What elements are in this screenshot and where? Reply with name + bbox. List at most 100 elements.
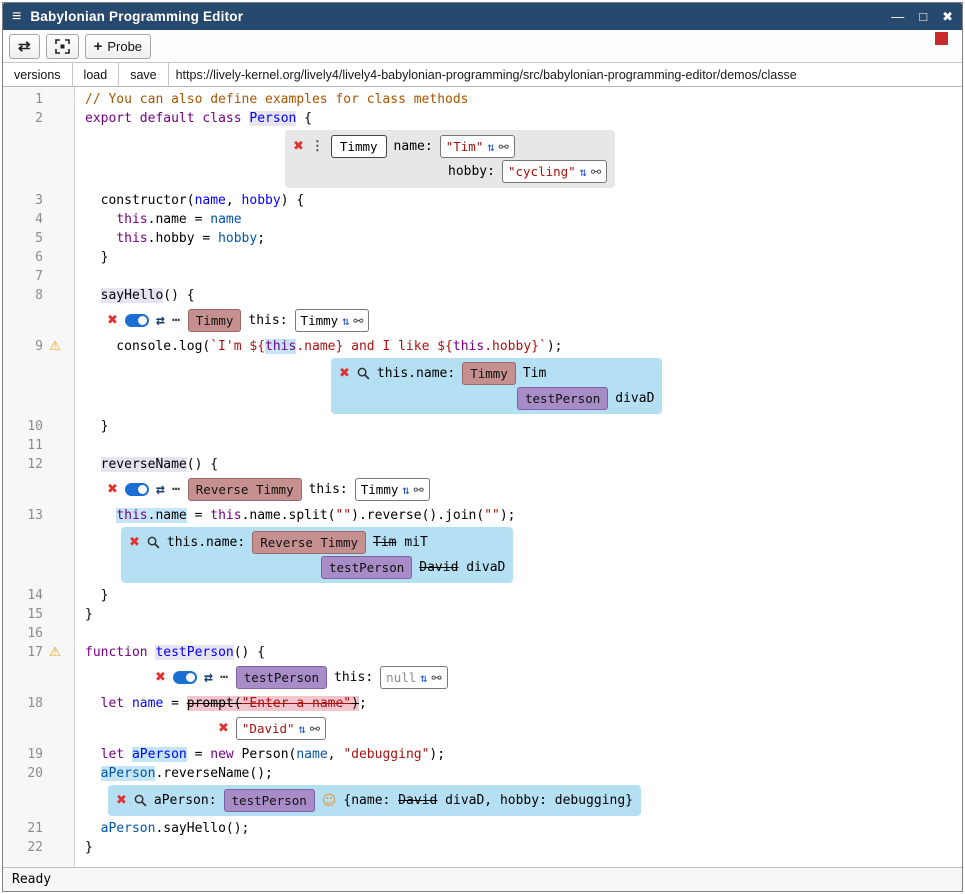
code-token[interactable]: aPerson: [132, 747, 187, 762]
link-icon[interactable]: ⚯: [591, 166, 601, 178]
example-badge[interactable]: Timmy: [462, 362, 516, 385]
toggle-switch[interactable]: [125, 483, 149, 496]
stepper-icon[interactable]: ⇅: [487, 141, 494, 153]
more-options-icon[interactable]: ⋯: [172, 314, 181, 327]
toggle-switch[interactable]: [125, 314, 149, 327]
close-icon[interactable]: ✖: [107, 314, 118, 327]
close-icon[interactable]: ✖: [155, 671, 166, 684]
code-token[interactable]: sayHello: [101, 288, 164, 303]
code-line[interactable]: 15}: [3, 605, 962, 624]
link-icon[interactable]: ⚯: [499, 141, 509, 153]
close-button[interactable]: ✖: [942, 9, 953, 25]
code-token[interactable]: ): [351, 696, 359, 711]
code-line[interactable]: 9⚠ console.log(`I'm ${this.name} and I l…: [3, 337, 962, 356]
code-token: // You can also define examples for clas…: [85, 92, 469, 107]
close-icon[interactable]: ✖: [218, 722, 229, 735]
code-line[interactable]: 19 let aPerson = new Person(name, "debug…: [3, 745, 962, 764]
swap-icon[interactable]: ⇄: [204, 670, 213, 685]
close-icon[interactable]: ✖: [293, 140, 304, 153]
value-input[interactable]: "Tim"⇅⚯: [440, 135, 515, 158]
code-line[interactable]: 7: [3, 267, 962, 286]
close-icon[interactable]: ✖: [129, 536, 140, 549]
stepper-icon[interactable]: ⇅: [420, 672, 427, 684]
code-line[interactable]: 16: [3, 624, 962, 643]
code-token[interactable]: this: [265, 339, 296, 354]
code-line[interactable]: 22}: [3, 838, 962, 857]
example-badge[interactable]: testPerson: [236, 666, 327, 689]
versions-button[interactable]: versions: [3, 63, 73, 86]
warning-icon[interactable]: ⚠: [43, 337, 67, 356]
code-token[interactable]: aPerson: [101, 766, 156, 781]
url-input[interactable]: https://lively-kernel.org/lively4/lively…: [169, 63, 962, 86]
code-line[interactable]: 21 aPerson.sayHello();: [3, 819, 962, 838]
close-icon[interactable]: ✖: [107, 483, 118, 496]
swap-views-button[interactable]: ⇄: [9, 34, 40, 59]
example-badge[interactable]: testPerson: [224, 789, 315, 812]
minimize-button[interactable]: —: [891, 9, 904, 24]
example-badge[interactable]: Timmy: [188, 309, 242, 332]
code-token[interactable]: this: [116, 508, 147, 523]
code-line[interactable]: 6 }: [3, 248, 962, 267]
code-line[interactable]: 14 }: [3, 586, 962, 605]
code-line[interactable]: 5 this.hobby = hobby;: [3, 229, 962, 248]
example-badge[interactable]: testPerson: [517, 387, 608, 410]
example-badge[interactable]: Reverse Timmy: [188, 478, 302, 501]
menu-icon[interactable]: ⋮: [311, 137, 324, 156]
close-icon[interactable]: ✖: [116, 794, 127, 807]
code-token[interactable]: testPerson: [155, 645, 233, 660]
code-line[interactable]: 17⚠function testPerson() {: [3, 643, 962, 662]
stepper-icon[interactable]: ⇅: [580, 166, 587, 178]
code-line[interactable]: 10 }: [3, 417, 962, 436]
stepper-icon[interactable]: ⇅: [342, 315, 349, 327]
code-line[interactable]: 13 this.name = this.name.split("").rever…: [3, 506, 962, 525]
code-token: "debugging": [343, 747, 429, 762]
title-bar[interactable]: ≡ Babylonian Programming Editor — □ ✖: [3, 3, 962, 30]
more-options-icon[interactable]: ⋯: [220, 671, 229, 684]
code-line[interactable]: 1// You can also define examples for cla…: [3, 90, 962, 109]
code-line[interactable]: 18 let name = prompt("Enter a name");: [3, 694, 962, 713]
code-token[interactable]: .name: [148, 508, 187, 523]
code-editor[interactable]: 1// You can also define examples for cla…: [3, 87, 962, 867]
warning-icon[interactable]: ⚠: [43, 643, 67, 662]
code-line[interactable]: 8 sayHello() {: [3, 286, 962, 305]
code-area[interactable]: 1// You can also define examples for cla…: [3, 90, 962, 857]
maximize-button[interactable]: □: [919, 9, 927, 24]
link-icon[interactable]: ⚯: [414, 484, 424, 496]
warning-slot: [43, 267, 67, 286]
link-icon[interactable]: ⚯: [310, 723, 320, 735]
code-line[interactable]: 11: [3, 436, 962, 455]
value-part: David: [419, 560, 458, 575]
load-button[interactable]: load: [73, 63, 120, 86]
code-line[interactable]: 3 constructor(name, hobby) {: [3, 191, 962, 210]
stepper-icon[interactable]: ⇅: [299, 723, 306, 735]
swap-icon[interactable]: ⇄: [156, 313, 165, 328]
code-token[interactable]: Person: [249, 111, 296, 126]
save-button[interactable]: save: [119, 63, 168, 86]
value-input[interactable]: "David"⇅⚯: [236, 717, 326, 740]
link-icon[interactable]: ⚯: [432, 672, 442, 684]
hamburger-menu-icon[interactable]: ≡: [12, 9, 21, 25]
toggle-switch[interactable]: [173, 671, 197, 684]
code-line[interactable]: 4 this.name = name: [3, 210, 962, 229]
code-line[interactable]: 12 reverseName() {: [3, 455, 962, 474]
code-token[interactable]: prompt(: [187, 696, 242, 711]
swap-icon[interactable]: ⇄: [156, 482, 165, 497]
example-name-input[interactable]: Timmy: [331, 135, 387, 158]
close-icon[interactable]: ✖: [339, 367, 350, 380]
add-probe-button[interactable]: + Probe: [85, 34, 151, 59]
value-input[interactable]: "cycling"⇅⚯: [502, 160, 607, 183]
selection-tool-button[interactable]: [46, 34, 79, 59]
code-line[interactable]: 20 aPerson.reverseName();: [3, 764, 962, 783]
code-token[interactable]: reverseName: [101, 457, 187, 472]
code-token[interactable]: "Enter a name": [242, 696, 352, 711]
example-badge[interactable]: Reverse Timmy: [252, 531, 366, 554]
value-input[interactable]: null⇅⚯: [380, 666, 447, 689]
more-options-icon[interactable]: ⋯: [172, 483, 181, 496]
code-line[interactable]: 2export default class Person {: [3, 109, 962, 128]
example-badge[interactable]: testPerson: [321, 556, 412, 579]
warning-slot: [43, 248, 67, 267]
link-icon[interactable]: ⚯: [353, 315, 363, 327]
value-input[interactable]: Timmy⇅⚯: [295, 309, 370, 332]
stepper-icon[interactable]: ⇅: [402, 484, 409, 496]
value-input[interactable]: Timmy⇅⚯: [355, 478, 430, 501]
